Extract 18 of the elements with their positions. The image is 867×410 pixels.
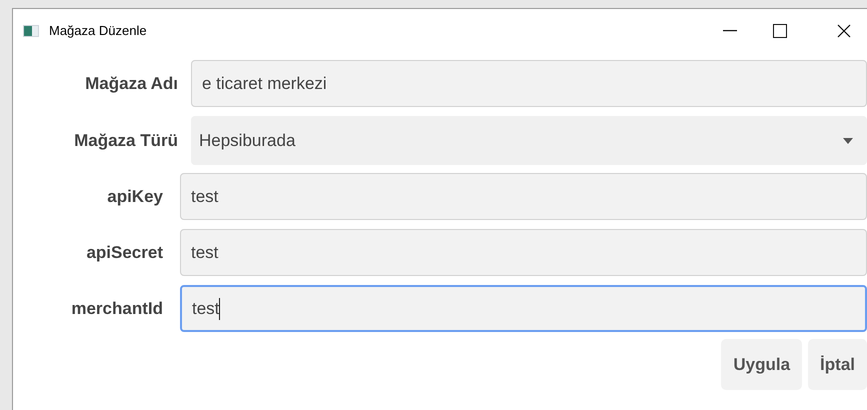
field-label: merchantId xyxy=(70,298,163,320)
minimize-icon[interactable] xyxy=(723,30,737,32)
app-icon xyxy=(23,25,39,37)
input-field[interactable]: test xyxy=(180,229,867,276)
input-field[interactable]: test xyxy=(180,285,867,332)
dropdown[interactable]: Hepsiburada xyxy=(191,116,867,165)
field-label: Mağaza Adı xyxy=(84,72,178,95)
dialog-button[interactable]: Uygula xyxy=(721,339,802,390)
maximize-icon[interactable] xyxy=(773,24,787,38)
input-field[interactable]: e ticaret merkezi xyxy=(191,60,867,107)
input-field[interactable]: test xyxy=(180,173,867,220)
dialog-button[interactable]: İptal xyxy=(808,339,867,390)
field-label: Mağaza Türü xyxy=(73,130,178,152)
field-label: apiKey xyxy=(106,186,163,208)
close-icon[interactable] xyxy=(837,24,851,38)
caret-icon xyxy=(843,138,853,144)
field-label: apiSecret xyxy=(85,242,163,264)
window-title: Mağaza Düzenle xyxy=(49,22,148,40)
